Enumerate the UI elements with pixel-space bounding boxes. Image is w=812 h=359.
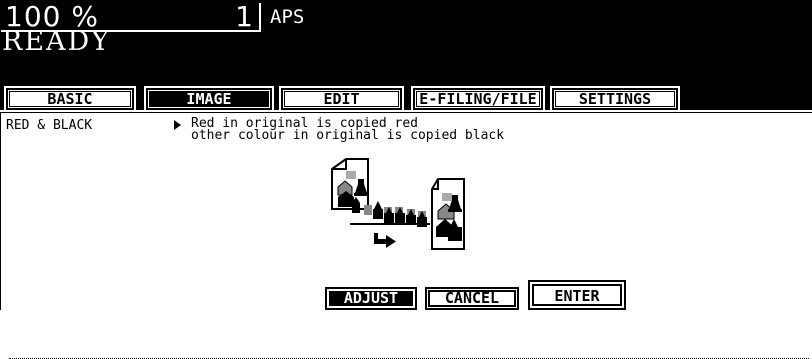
paper-size: APS — [270, 6, 305, 28]
tab-image[interactable]: IMAGE — [144, 86, 274, 112]
tab-basic[interactable]: BASIC — [4, 86, 136, 112]
tab-edit[interactable]: EDIT — [279, 86, 404, 112]
tab-e-filing-file[interactable]: E-FILING/FILE — [411, 86, 545, 112]
copy-count: 1 — [235, 0, 253, 33]
original-document-icon — [331, 158, 369, 210]
description-line-2: other colour in original is copied black — [191, 128, 505, 143]
copy-arrow-icon — [374, 233, 396, 248]
function-panel: RED & BLACK Red in original is copied re… — [0, 112, 812, 359]
copier-screen: 100 % 1 APS READY BASIC IMAGE EDIT E-FIL… — [0, 0, 812, 359]
red-black-copy-illustration-icon — [331, 158, 465, 250]
copied-document-icon — [431, 178, 465, 250]
pointer-arrow-icon — [174, 120, 181, 130]
cancel-button[interactable]: CANCEL — [425, 287, 519, 310]
enter-button[interactable]: ENTER — [528, 280, 626, 310]
tab-settings[interactable]: SETTINGS — [550, 86, 680, 112]
function-name: RED & BLACK — [6, 118, 93, 133]
status-bar: 100 % 1 APS READY BASIC IMAGE EDIT E-FIL… — [0, 0, 812, 112]
machine-status: READY — [2, 26, 112, 57]
adjust-button[interactable]: ADJUST — [325, 287, 417, 310]
